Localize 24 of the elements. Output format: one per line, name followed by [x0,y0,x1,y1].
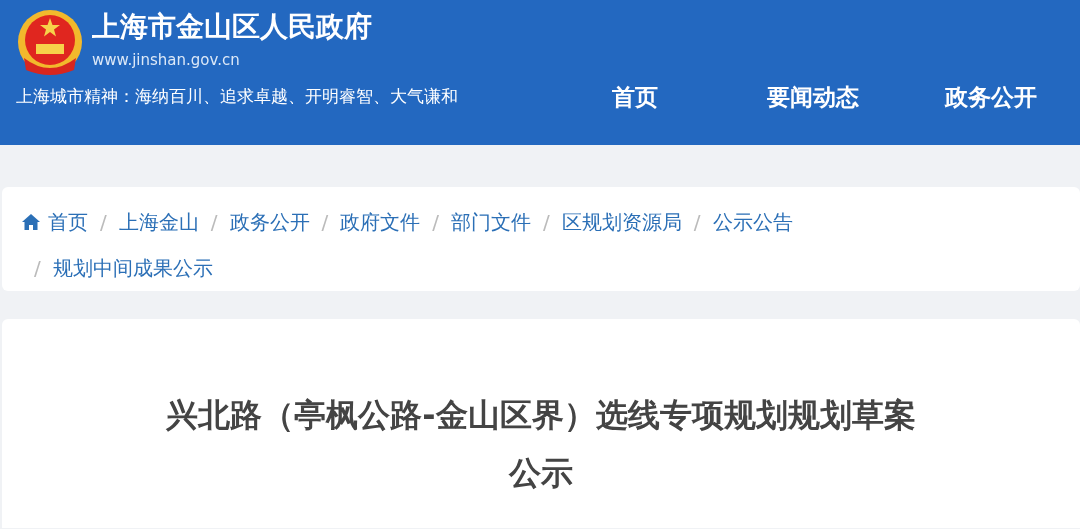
breadcrumb-separator: / [432,209,439,236]
breadcrumb-link[interactable]: 部门文件 [451,207,531,237]
breadcrumb-link[interactable]: 上海金山 [118,207,199,237]
nav-link[interactable]: 政务公开 [902,80,1080,115]
breadcrumb-link[interactable]: 首页 [48,207,88,237]
article-title: 兴北路（亭枫公路-金山区界）选线专项规划规划草案公示 [165,395,917,494]
site-title: 上海市金山区人民政府 [92,12,372,41]
nav-link[interactable]: 要闻动态 [724,80,902,115]
nav-link[interactable]: 首页 [546,80,724,115]
site-url: www.jinshan.gov.cn [92,49,241,71]
breadcrumb-separator: / [100,209,107,236]
breadcrumb-link[interactable]: 规划中间成果公示 [52,253,213,283]
breadcrumb-link[interactable]: 公示公告 [712,207,793,237]
breadcrumb-separator: / [543,209,550,236]
breadcrumb-link[interactable]: 政府文件 [340,207,421,237]
breadcrumb-separator: / [34,255,41,282]
breadcrumb-separator: / [321,209,329,236]
breadcrumb-separator: / [693,209,701,236]
slogan: 上海城市精神：海纳百川、追求卓越、开明睿智、大气谦和 [16,85,458,108]
breadcrumb-link[interactable]: 政务公开 [229,207,310,237]
breadcrumb-link[interactable]: 区规划资源局 [561,207,682,237]
home-icon [22,214,40,230]
emblem-icon [16,8,84,76]
breadcrumb-separator: / [210,209,218,236]
